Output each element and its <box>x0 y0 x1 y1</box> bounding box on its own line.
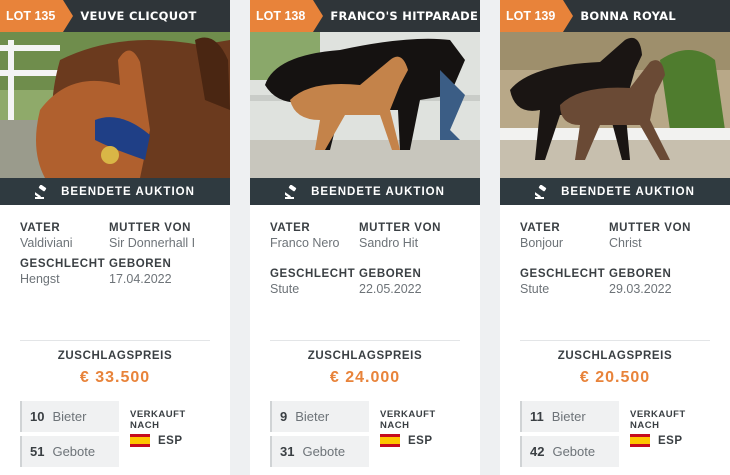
mutter-von-value: Sir Donnerhall I <box>109 236 196 250</box>
bidders-number: 10 <box>30 409 45 424</box>
divider <box>270 340 460 341</box>
horse-photo[interactable]: LOT 138 FRANCO'S HITPARADE <box>250 0 480 178</box>
lot-number-badge: LOT 139 <box>500 0 574 32</box>
status-label: BEENDETE AUKTION <box>311 185 445 198</box>
pedigree-info: VATER Valdiviani MUTTER VON Sir Donnerhall… <box>20 222 220 286</box>
spain-flag-icon <box>630 434 650 447</box>
geboren-label: GEBOREN <box>109 258 172 270</box>
vater-label: VATER <box>520 222 561 234</box>
geschlecht-value: Hengst <box>20 272 60 286</box>
bidders-number: 9 <box>280 409 288 424</box>
geboren-value: 29.03.2022 <box>609 282 672 296</box>
bidders-count: 9 Bieter <box>270 401 369 432</box>
geschlecht-value: Stute <box>270 282 300 296</box>
bids-count: 31 Gebote <box>270 436 369 467</box>
horse-name[interactable]: VEUVE CLICQUOT <box>63 9 196 23</box>
mutter-von-value: Christ <box>609 236 642 250</box>
vater-label: VATER <box>270 222 311 234</box>
auction-status-bar: BEENDETE AUKTION <box>250 178 480 205</box>
mutter-von-label: MUTTER VON <box>109 222 192 234</box>
country-code: ESP <box>658 434 683 447</box>
horse-name[interactable]: FRANCO'S HITPARADE <box>313 9 478 23</box>
sold-to-country: ESP <box>130 434 183 447</box>
bids-number: 42 <box>530 444 545 459</box>
vater-value: Franco Nero <box>270 236 340 250</box>
final-price: € 33.500 <box>79 369 151 386</box>
geschlecht-label: GESCHLECHT <box>270 268 356 280</box>
gavel-icon <box>285 184 297 199</box>
horse-name[interactable]: BONNA ROYAL <box>563 9 676 23</box>
geschlecht-value: Stute <box>520 282 550 296</box>
auction-results: LOT 135 VEUVE CLICQUOT BEENDETE AUKTION … <box>0 0 730 475</box>
spain-flag-icon <box>380 434 400 447</box>
bids-label: Gebote <box>302 444 346 459</box>
lot-card[interactable]: LOT 135 VEUVE CLICQUOT BEENDETE AUKTION … <box>0 0 230 475</box>
divider <box>520 340 710 341</box>
bids-label: Gebote <box>552 444 596 459</box>
lot-header: LOT 138 FRANCO'S HITPARADE <box>250 0 480 32</box>
bidders-number: 11 <box>530 409 544 424</box>
mutter-von-label: MUTTER VON <box>609 222 692 234</box>
spain-flag-icon <box>130 434 150 447</box>
bids-count: 42 Gebote <box>520 436 619 467</box>
sold-to-country: ESP <box>630 434 683 447</box>
bidders-label: Bieter <box>551 409 586 424</box>
mutter-von-label: MUTTER VON <box>359 222 442 234</box>
geboren-value: 17.04.2022 <box>109 272 172 286</box>
vater-value: Bonjour <box>520 236 564 250</box>
lot-card[interactable]: LOT 138 FRANCO'S HITPARADE BEENDETE AUKT… <box>250 0 480 475</box>
auction-status-bar: BEENDETE AUKTION <box>500 178 730 205</box>
final-price: € 20.500 <box>579 369 651 386</box>
gavel-icon <box>535 184 547 199</box>
pedigree-info: VATER Bonjour MUTTER VON Christ GESCHLECHT… <box>520 222 720 296</box>
zuschlagspreis-label: ZUSCHLAGSPREIS <box>307 350 423 362</box>
zuschlagspreis-label: ZUSCHLAGSPREIS <box>57 350 173 362</box>
bidders-count: 11 Bieter <box>520 401 619 432</box>
geboren-label: GEBOREN <box>609 268 672 280</box>
lot-number-badge: LOT 138 <box>250 0 324 32</box>
lot-card[interactable]: LOT 139 BONNA ROYAL BEENDETE AUKTION VAT… <box>500 0 730 475</box>
sold-to-country: ESP <box>380 434 433 447</box>
final-price: € 24.000 <box>329 369 401 386</box>
geboren-value: 22.05.2022 <box>359 282 422 296</box>
lot-header: LOT 135 VEUVE CLICQUOT <box>0 0 230 32</box>
bids-count: 51 Gebote <box>20 436 119 467</box>
horse-photo[interactable]: LOT 135 VEUVE CLICQUOT <box>0 0 230 178</box>
status-label: BEENDETE AUKTION <box>61 185 195 198</box>
bids-number: 51 <box>30 444 45 459</box>
vater-label: VATER <box>20 222 61 234</box>
geschlecht-label: GESCHLECHT <box>520 268 606 280</box>
pedigree-info: VATER Franco Nero MUTTER VON Sandro Hit GE… <box>270 222 470 296</box>
vater-value: Valdiviani <box>20 236 73 250</box>
geschlecht-label: GESCHLECHT <box>20 258 106 270</box>
sold-to-label: VERKAUFT NACH <box>630 409 686 431</box>
zuschlagspreis-label: ZUSCHLAGSPREIS <box>557 350 673 362</box>
status-label: BEENDETE AUKTION <box>561 185 695 198</box>
bidders-label: Bieter <box>52 409 87 424</box>
geboren-label: GEBOREN <box>359 268 422 280</box>
lot-header: LOT 139 BONNA ROYAL <box>500 0 730 32</box>
sold-to-label: VERKAUFT NACH <box>380 409 436 431</box>
bids-label: Gebote <box>52 444 96 459</box>
auction-status-bar: BEENDETE AUKTION <box>0 178 230 205</box>
country-code: ESP <box>158 434 183 447</box>
mutter-von-value: Sandro Hit <box>359 236 419 250</box>
bids-number: 31 <box>280 444 295 459</box>
lot-number-badge: LOT 135 <box>0 0 74 32</box>
sold-to-label: VERKAUFT NACH <box>130 409 186 431</box>
divider <box>20 340 210 341</box>
bidders-label: Bieter <box>295 409 330 424</box>
country-code: ESP <box>408 434 433 447</box>
horse-photo[interactable]: LOT 139 BONNA ROYAL <box>500 0 730 178</box>
gavel-icon <box>35 184 47 199</box>
bidders-count: 10 Bieter <box>20 401 119 432</box>
